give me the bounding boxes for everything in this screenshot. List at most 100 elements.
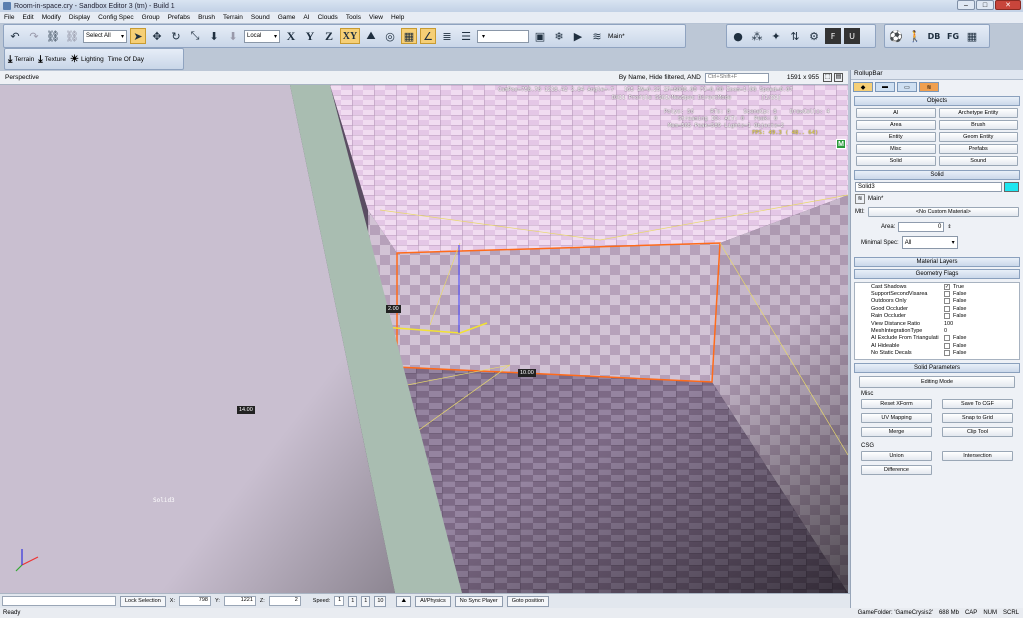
menu-item-view[interactable]: View	[369, 14, 383, 21]
terrain-button[interactable]: ⤓ Terrain	[8, 54, 34, 65]
geometry-flag-row[interactable]: Outdoors Only False	[855, 298, 1019, 305]
layer-icon[interactable]: ≋	[855, 194, 865, 204]
redo-icon[interactable]: ↷	[26, 28, 42, 44]
flag-checkbox[interactable]: ✓	[944, 283, 950, 290]
object-type-sound-button[interactable]: Sound	[938, 156, 1018, 166]
layers-icon[interactable]: ≋	[589, 28, 605, 44]
menu-item-help[interactable]: Help	[391, 14, 404, 21]
object-name-field[interactable]: Solid3	[855, 182, 1002, 192]
ruler-icon[interactable]: ≣	[439, 28, 455, 44]
solid-params-header[interactable]: Solid Parameters	[854, 363, 1020, 373]
scale-tool-icon[interactable]: ⤡	[187, 28, 203, 44]
object-type-misc-button[interactable]: Misc	[856, 144, 936, 154]
object-type-area-button[interactable]: Area	[856, 120, 936, 130]
lock-selection-button[interactable]: Lock Selection	[120, 595, 166, 607]
object-type-solid-button[interactable]: Solid	[856, 156, 936, 166]
object-color-swatch[interactable]	[1004, 182, 1019, 192]
menu-item-config-spec[interactable]: Config Spec	[98, 14, 133, 21]
soccer-icon[interactable]: ⚽	[888, 28, 904, 44]
y-coord-input[interactable]: 1221	[223, 596, 256, 606]
geometry-flag-row[interactable]: No Static Decals False	[855, 350, 1019, 357]
geometry-flag-row[interactable]: MeshIntegrationType 0	[855, 327, 1019, 334]
geometry-flag-row[interactable]: View Distance Ratio 100	[855, 320, 1019, 327]
ai-physics-button[interactable]: AI/Physics	[415, 595, 451, 607]
script-icon[interactable]: ⚙	[806, 28, 822, 44]
object-type-archetype-entity-button[interactable]: Archetype Entity	[938, 108, 1018, 118]
menu-item-brush[interactable]: Brush	[198, 14, 215, 21]
axis-y-button[interactable]: Y	[302, 28, 318, 44]
menu-item-ai[interactable]: AI	[303, 14, 309, 21]
selection-list-icon[interactable]: ☰	[458, 28, 474, 44]
save-to-cgf-button[interactable]: Save To CGF	[942, 399, 1013, 409]
grid-view-icon[interactable]: ▦	[964, 28, 980, 44]
physics-icon[interactable]: ●	[730, 28, 746, 44]
select-filter-dropdown[interactable]: Select All	[83, 29, 127, 43]
clip-tool-button[interactable]: Clip Tool	[942, 427, 1013, 437]
undo-icon[interactable]: ↶	[7, 28, 23, 44]
maximize-viewport-icon[interactable]: ⬚	[823, 73, 832, 82]
menu-item-file[interactable]: File	[4, 14, 14, 21]
geometry-flag-row[interactable]: Rain Occluder False	[855, 313, 1019, 320]
object-type-geom-entity-button[interactable]: Geom Entity	[938, 132, 1018, 142]
goto-position-button[interactable]: Goto position	[506, 595, 550, 607]
material-button[interactable]: <No Custom Material>	[867, 207, 1019, 217]
close-button[interactable]: ✕	[995, 0, 1021, 10]
command-input[interactable]	[2, 596, 116, 606]
object-type-brush-button[interactable]: Brush	[938, 120, 1018, 130]
menu-item-modify[interactable]: Modify	[42, 14, 61, 21]
speed-1b-button[interactable]: 1	[361, 595, 371, 607]
texture-button[interactable]: ⤓ Texture	[38, 54, 66, 65]
unlink-icon[interactable]: ⛓	[64, 28, 80, 44]
snap-to-grid-button[interactable]: Snap to Grid	[942, 413, 1013, 423]
menu-item-prefabs[interactable]: Prefabs	[168, 14, 190, 21]
flowgraph-button[interactable]: FG	[945, 28, 961, 44]
menu-item-edit[interactable]: Edit	[22, 14, 33, 21]
speed-input[interactable]: 1	[334, 596, 345, 606]
objects-section-header[interactable]: Objects	[854, 96, 1020, 106]
flowgraph-f-button[interactable]: F	[825, 28, 841, 44]
tab-objects[interactable]: ◆	[853, 82, 873, 92]
named-selection-dropdown[interactable]	[477, 29, 529, 43]
geometry-flag-row[interactable]: AI Exclude From Triangulati False	[855, 335, 1019, 342]
z-coord-input[interactable]: 2	[268, 596, 301, 606]
select-tool-icon[interactable]: ➤	[130, 28, 146, 44]
tab-layers[interactable]: ≋	[919, 82, 939, 92]
intersection-button[interactable]: Intersection	[942, 451, 1013, 461]
camera-icon[interactable]: ▶	[570, 28, 586, 44]
align-to-grid-icon[interactable]: ⬇	[206, 28, 222, 44]
flag-checkbox[interactable]	[944, 313, 950, 320]
axis-xy-button[interactable]: XY	[340, 28, 360, 44]
uv-mapping-button[interactable]: UV Mapping	[861, 413, 932, 423]
hide-selection-icon[interactable]: ▣	[532, 28, 548, 44]
editing-mode-button[interactable]: Editing Mode	[859, 376, 1015, 388]
character-icon[interactable]: 🚶	[907, 28, 923, 44]
x-coord-input[interactable]: 798	[178, 596, 211, 606]
axis-z-button[interactable]: Z	[321, 28, 337, 44]
area-input[interactable]: 0	[898, 222, 945, 232]
minimize-button[interactable]: –	[957, 0, 975, 10]
menu-item-tools[interactable]: Tools	[346, 14, 361, 21]
menu-item-terrain[interactable]: Terrain	[223, 14, 243, 21]
min-spec-dropdown[interactable]: All	[901, 236, 958, 249]
menu-item-display[interactable]: Display	[69, 14, 90, 21]
lighting-button[interactable]: ☀ Lighting	[70, 54, 104, 65]
flag-checkbox[interactable]	[944, 335, 950, 342]
user-u-button[interactable]: U	[844, 28, 860, 44]
object-type-ai-button[interactable]: AI	[856, 108, 936, 118]
no-sync-player-button[interactable]: No Sync Player	[454, 595, 503, 607]
geometry-flag-row[interactable]: Cast Shadows ✓ True	[855, 283, 1019, 290]
database-button[interactable]: DB	[926, 28, 942, 44]
geometry-flag-row[interactable]: Good Occluder False	[855, 305, 1019, 312]
menu-item-clouds[interactable]: Clouds	[318, 14, 338, 21]
union-button[interactable]: Union	[861, 451, 932, 461]
object-snap-icon[interactable]: ◎	[382, 28, 398, 44]
grid-snap-icon[interactable]: ▦	[401, 28, 417, 44]
material-layers-header[interactable]: Material Layers	[854, 257, 1020, 267]
flag-checkbox[interactable]	[944, 291, 950, 298]
align-to-object-icon[interactable]: ⬇	[225, 28, 241, 44]
menu-item-game[interactable]: Game	[278, 14, 296, 21]
flag-checkbox[interactable]	[944, 350, 950, 357]
flag-checkbox[interactable]	[944, 298, 950, 305]
geometry-flag-row[interactable]: SupportSecondVisarea False	[855, 290, 1019, 298]
rotate-tool-icon[interactable]: ↻	[168, 28, 184, 44]
